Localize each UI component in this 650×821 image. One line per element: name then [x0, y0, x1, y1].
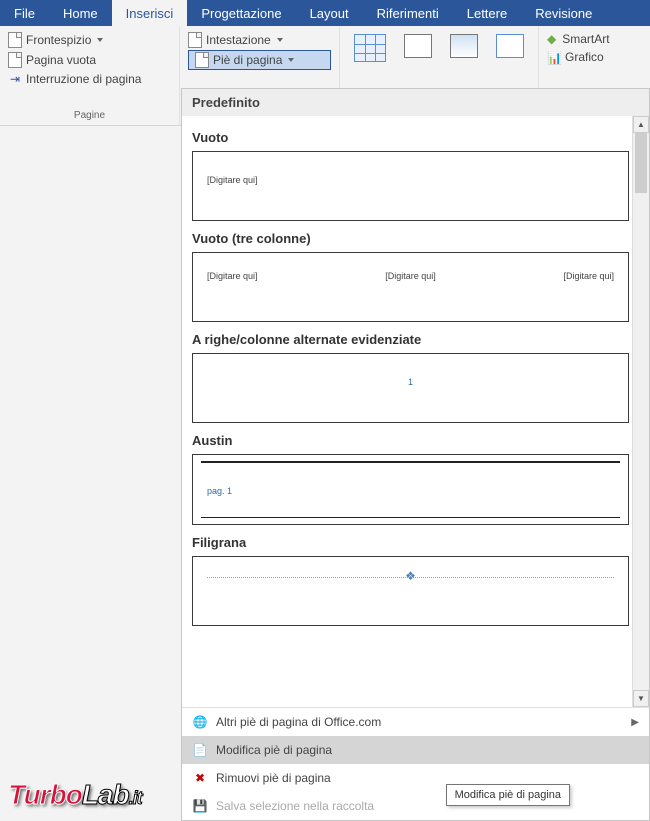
scroll-up-button[interactable]: ▲	[633, 116, 649, 133]
table-icon	[354, 34, 386, 62]
pictures-button[interactable]	[398, 30, 438, 62]
placeholder-text: [Digitare qui]	[207, 175, 258, 185]
shapes-button[interactable]	[490, 30, 530, 62]
menu-label: Modifica piè di pagina	[216, 743, 332, 757]
office-icon: 🌐	[192, 714, 208, 730]
page-break-icon: ⇥	[8, 72, 22, 86]
smartart-button[interactable]: SmartArt	[547, 30, 610, 48]
watermark-part: Lab	[82, 779, 129, 810]
tab-lettere[interactable]: Lettere	[453, 0, 521, 26]
gallery-item-title: A righe/colonne alternate evidenziate	[192, 332, 629, 347]
tab-revisione[interactable]: Revisione	[521, 0, 606, 26]
tab-inserisci[interactable]: Inserisci	[112, 0, 188, 26]
filigrana-ornament	[207, 577, 614, 578]
shapes-icon	[496, 34, 524, 58]
smartart-icon	[547, 32, 558, 46]
gallery-item-tre-colonne[interactable]: [Digitare qui] [Digitare qui] [Digitare …	[192, 252, 629, 322]
menu-remove-footer[interactable]: ✖ Rimuovi piè di pagina	[182, 764, 649, 792]
footer-label: Piè di pagina	[213, 53, 282, 67]
page-number: 1	[408, 377, 413, 387]
gallery-item-filigrana[interactable]	[192, 556, 629, 626]
online-pictures-button[interactable]	[444, 30, 484, 62]
header-label: Intestazione	[206, 33, 271, 47]
header-button[interactable]: Intestazione	[188, 30, 331, 50]
menu-label: Salva selezione nella raccolta	[216, 799, 374, 813]
watermark-logo: TurboLab.it	[8, 779, 142, 811]
blank-page-button[interactable]: Pagina vuota	[8, 50, 171, 70]
footer-gallery: Predefinito Vuoto [Digitare qui] Vuoto (…	[181, 88, 650, 821]
page-break-button[interactable]: ⇥ Interruzione di pagina	[8, 70, 171, 88]
table-button[interactable]	[348, 30, 392, 66]
gallery-item-austin[interactable]: pag. 1	[192, 454, 629, 525]
menu-more-office[interactable]: 🌐 Altri piè di pagina di Office.com ▶	[182, 708, 649, 736]
online-picture-icon	[450, 34, 478, 58]
tab-riferimenti[interactable]: Riferimenti	[363, 0, 453, 26]
gallery-item-title: Vuoto (tre colonne)	[192, 231, 629, 246]
gallery-item-title: Filigrana	[192, 535, 629, 550]
page-icon	[8, 32, 22, 48]
placeholder-text: [Digitare qui]	[385, 271, 436, 281]
watermark-part: Turbo	[8, 779, 82, 810]
scroll-down-button[interactable]: ▼	[633, 690, 649, 707]
placeholder-text: [Digitare qui]	[207, 271, 258, 281]
watermark-part: .it	[129, 788, 142, 808]
menu-edit-footer[interactable]: 📄 Modifica piè di pagina	[182, 736, 649, 764]
save-icon: 💾	[192, 798, 208, 814]
gallery-item-title: Vuoto	[192, 130, 629, 145]
smartart-label: SmartArt	[562, 32, 609, 46]
group-label-pagine: Pagine	[8, 108, 171, 121]
cover-page-label: Frontespizio	[26, 33, 91, 47]
scroll-thumb[interactable]	[635, 133, 647, 193]
placeholder-text: [Digitare qui]	[563, 271, 614, 281]
chart-icon	[547, 51, 561, 63]
chevron-down-icon	[288, 58, 294, 62]
page-icon	[188, 32, 202, 48]
tooltip: Modifica piè di pagina	[446, 784, 570, 806]
edit-icon: 📄	[192, 742, 208, 758]
gallery-item-alternate[interactable]: 1	[192, 353, 629, 423]
menu-label: Rimuovi piè di pagina	[216, 771, 331, 785]
chart-label: Grafico	[565, 50, 604, 64]
gallery-menu: 🌐 Altri piè di pagina di Office.com ▶ 📄 …	[182, 707, 649, 820]
page-icon	[195, 52, 209, 68]
ribbon-tabs: File Home Inserisci Progettazione Layout…	[0, 0, 650, 26]
remove-icon: ✖	[192, 770, 208, 786]
page-break-label: Interruzione di pagina	[26, 72, 141, 86]
picture-icon	[404, 34, 432, 58]
menu-save-selection: 💾 Salva selezione nella raccolta	[182, 792, 649, 820]
gallery-body: Vuoto [Digitare qui] Vuoto (tre colonne)…	[182, 116, 649, 707]
tab-layout[interactable]: Layout	[296, 0, 363, 26]
chevron-right-icon: ▶	[631, 717, 639, 728]
tab-file[interactable]: File	[0, 0, 49, 26]
tab-progettazione[interactable]: Progettazione	[187, 0, 295, 26]
gallery-section-header: Predefinito	[182, 89, 649, 116]
chevron-down-icon	[97, 38, 103, 42]
footer-button[interactable]: Piè di pagina	[188, 50, 331, 70]
page-label: pag. 1	[207, 486, 232, 496]
cover-page-button[interactable]: Frontespizio	[8, 30, 171, 50]
chevron-down-icon	[277, 38, 283, 42]
scrollbar[interactable]: ▲ ▼	[632, 116, 649, 707]
chart-button[interactable]: Grafico	[547, 48, 610, 66]
tab-home[interactable]: Home	[49, 0, 112, 26]
page-icon	[8, 52, 22, 68]
menu-label: Altri piè di pagina di Office.com	[216, 715, 381, 729]
blank-page-label: Pagina vuota	[26, 53, 96, 67]
gallery-item-vuoto[interactable]: [Digitare qui]	[192, 151, 629, 221]
gallery-item-title: Austin	[192, 433, 629, 448]
